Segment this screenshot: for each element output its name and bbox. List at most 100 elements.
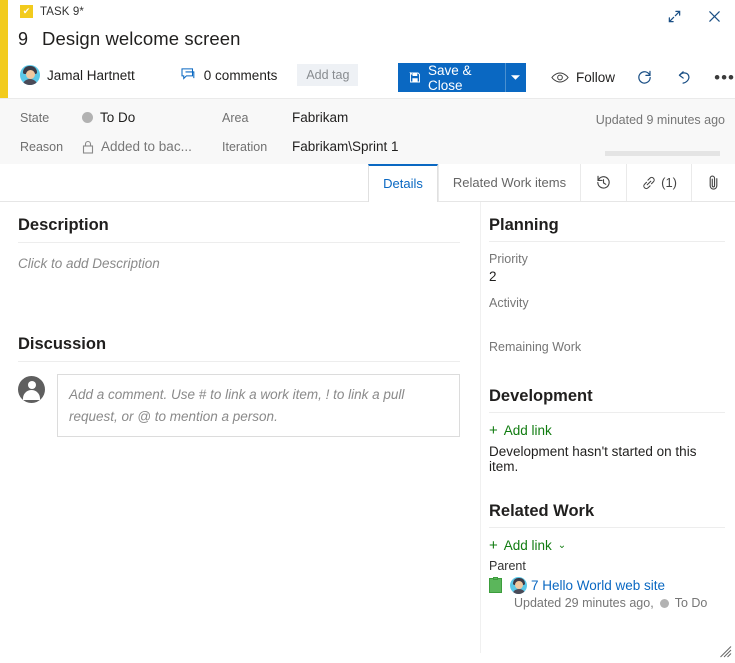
tab-related-work-items[interactable]: Related Work items xyxy=(438,164,580,201)
work-item-header: ✔ TASK 9* 9 Design welcome screen Jamal … xyxy=(0,0,735,98)
comment-icon xyxy=(181,68,197,82)
more-options-button[interactable]: ••• xyxy=(714,66,735,90)
refresh-icon[interactable] xyxy=(635,66,655,90)
description-divider xyxy=(18,242,460,243)
field-area-value[interactable]: Fabrikam xyxy=(292,110,348,125)
follow-label: Follow xyxy=(576,70,615,85)
assignee-field[interactable]: Jamal Hartnett xyxy=(20,65,135,85)
paperclip-icon xyxy=(706,174,721,191)
tabstrip: Details Related Work items (1) xyxy=(368,164,735,201)
related-item-state: To Do xyxy=(675,596,708,610)
right-pane: Planning Priority 2 Activity Remaining W… xyxy=(480,202,735,653)
story-icon xyxy=(489,578,502,593)
add-tag-button[interactable]: Add tag xyxy=(297,64,358,86)
last-updated-text: Updated 9 minutes ago xyxy=(596,113,725,127)
field-iteration-label: Iteration xyxy=(222,140,284,154)
priority-label: Priority xyxy=(489,252,725,266)
work-item-title-row: 9 Design welcome screen xyxy=(18,28,241,50)
left-pane: Description Click to add Description Dis… xyxy=(0,202,480,653)
avatar xyxy=(20,65,40,85)
related-work-section: Related Work + Add link ⌄ Parent 7 Hello… xyxy=(489,502,725,610)
related-work-add-link-label: Add link xyxy=(504,538,552,553)
tab-history[interactable] xyxy=(580,164,626,201)
save-and-close-label: Save & Close xyxy=(428,63,494,93)
field-reason-value[interactable]: Added to bac... xyxy=(82,139,192,154)
check-glyph: ✔ xyxy=(23,7,31,16)
related-work-add-link-button[interactable]: + Add link ⌄ xyxy=(489,538,725,553)
tab-links-count: (1) xyxy=(661,175,677,190)
field-iteration: Iteration Fabrikam\Sprint 1 xyxy=(222,139,399,154)
description-editor[interactable]: Click to add Description xyxy=(18,255,460,321)
fields-horizontal-scrollbar[interactable] xyxy=(395,151,725,156)
work-item-body: Description Click to add Description Dis… xyxy=(0,202,735,653)
comment-row: Add a comment. Use # to link a work item… xyxy=(18,374,460,437)
save-and-close-button[interactable]: Save & Close xyxy=(398,63,505,92)
field-state-label: State xyxy=(20,111,82,125)
activity-value[interactable] xyxy=(489,313,725,331)
tab-details[interactable]: Details xyxy=(368,164,438,202)
tab-details-label: Details xyxy=(383,176,423,191)
eye-icon xyxy=(551,71,569,84)
comment-placeholder: Add a comment. Use # to link a work item… xyxy=(69,384,448,427)
development-add-link-label: Add link xyxy=(504,423,552,438)
state-dot-icon xyxy=(660,599,669,608)
plus-icon: + xyxy=(489,423,498,438)
scrollbar-thumb[interactable] xyxy=(605,151,720,156)
development-section: Development + Add link Development hasn'… xyxy=(489,387,725,474)
close-icon[interactable] xyxy=(701,3,727,29)
description-title: Description xyxy=(18,216,460,235)
planning-divider xyxy=(489,241,725,242)
related-work-group-label: Parent xyxy=(489,559,725,573)
development-divider xyxy=(489,412,725,413)
field-iteration-value[interactable]: Fabrikam\Sprint 1 xyxy=(292,139,399,154)
field-area-label: Area xyxy=(222,111,284,125)
lock-icon xyxy=(82,140,94,154)
related-work-item[interactable]: 7 Hello World web site xyxy=(489,577,725,594)
related-item-link[interactable]: 7 Hello World web site xyxy=(531,578,665,593)
history-icon xyxy=(595,174,612,191)
state-dot-icon xyxy=(82,112,93,123)
tab-links[interactable]: (1) xyxy=(626,164,691,201)
discussion-section: Discussion Add a comment. Use # to link … xyxy=(18,335,460,437)
link-icon xyxy=(641,175,657,191)
comment-input[interactable]: Add a comment. Use # to link a work item… xyxy=(57,374,460,437)
field-area: Area Fabrikam xyxy=(222,110,348,125)
description-placeholder: Click to add Description xyxy=(18,256,160,271)
work-item-type-row: ✔ TASK 9* xyxy=(20,5,84,18)
chevron-down-icon: ⌄ xyxy=(558,540,566,551)
work-item-type-color-bar xyxy=(0,0,8,98)
remaining-work-value[interactable] xyxy=(489,357,725,375)
development-add-link-button[interactable]: + Add link xyxy=(489,423,725,438)
save-options-dropdown[interactable] xyxy=(505,63,526,92)
comments-link[interactable]: 0 comments xyxy=(181,68,278,83)
field-reason: Reason Added to bac... xyxy=(20,139,192,154)
planning-section: Planning Priority 2 Activity Remaining W… xyxy=(489,216,725,375)
work-item-title[interactable]: Design welcome screen xyxy=(42,28,241,50)
follow-button[interactable]: Follow xyxy=(551,70,615,85)
discussion-divider xyxy=(18,361,460,362)
work-item-fields-band: State To Do Reason Added to bac... Area … xyxy=(0,98,735,164)
priority-value[interactable]: 2 xyxy=(489,269,725,287)
work-item-type-label: TASK 9* xyxy=(40,6,84,18)
chevron-down-icon xyxy=(511,75,520,81)
development-title: Development xyxy=(489,387,725,406)
field-state-value[interactable]: To Do xyxy=(82,110,135,125)
expand-icon[interactable] xyxy=(661,3,687,29)
related-item-subtext: Updated 29 minutes ago, To Do xyxy=(514,596,725,610)
work-item-tabs: Details Related Work items (1) xyxy=(0,164,735,202)
assignee-name: Jamal Hartnett xyxy=(47,68,135,83)
remaining-work-label: Remaining Work xyxy=(489,340,725,354)
undo-icon[interactable] xyxy=(675,66,695,90)
field-reason-text: Added to bac... xyxy=(101,139,192,154)
save-icon xyxy=(409,70,421,85)
field-state: State To Do xyxy=(20,110,135,125)
tab-attachments[interactable] xyxy=(691,164,735,201)
field-reason-label: Reason xyxy=(20,140,82,154)
resize-grip[interactable] xyxy=(718,644,732,658)
window-controls xyxy=(661,3,727,29)
activity-label: Activity xyxy=(489,296,725,310)
discussion-title: Discussion xyxy=(18,335,460,354)
current-user-avatar xyxy=(18,376,45,403)
related-item-avatar xyxy=(510,577,527,594)
related-work-divider xyxy=(489,527,725,528)
